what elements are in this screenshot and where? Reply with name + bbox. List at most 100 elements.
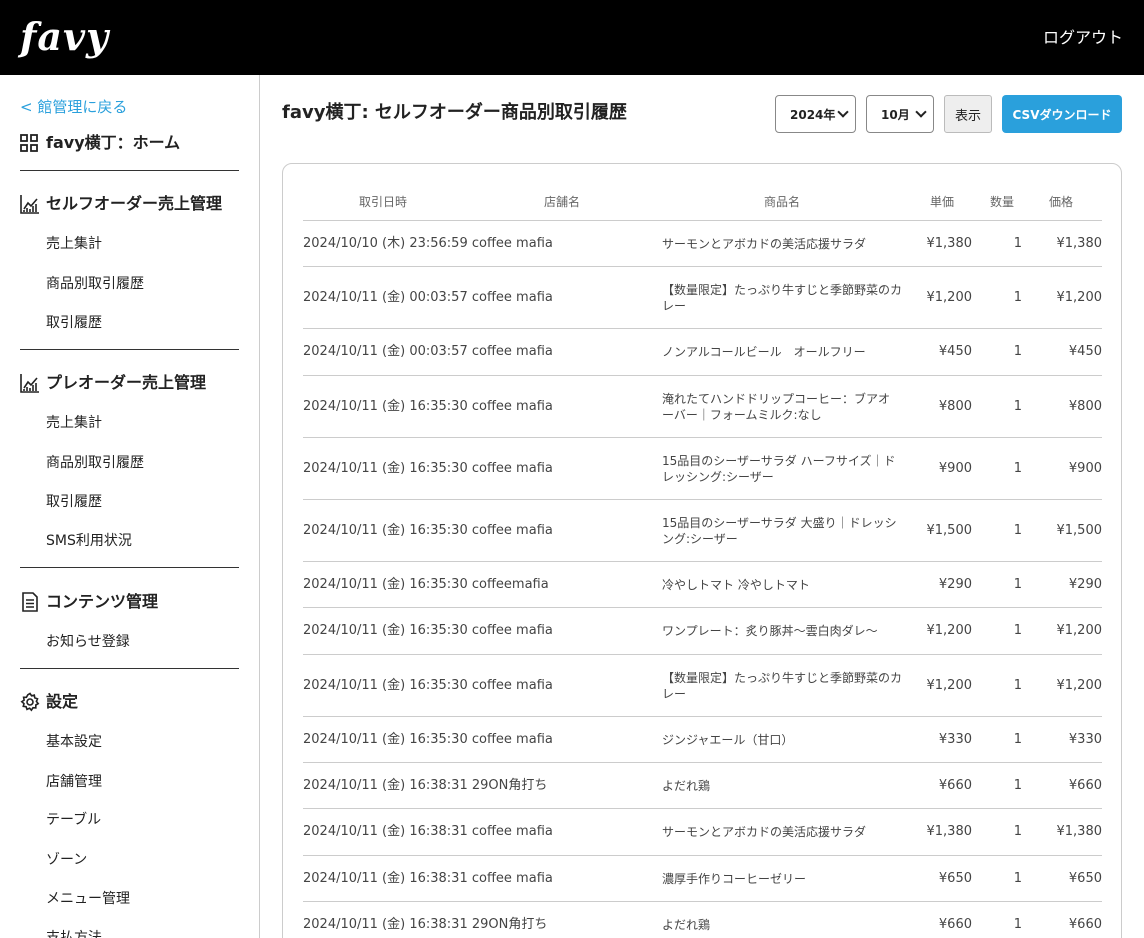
nav-selforder-product-history[interactable]: 商品別取引履歴: [46, 274, 144, 294]
cell-shop: 29ON角打ち: [471, 777, 548, 793]
cell-datetime-shop: 2024/10/11 (金) 16:35:30 coffee mafia: [303, 678, 553, 694]
table-row: 2024/10/11 (金) 16:35:30 coffee mafia 15品目…: [303, 438, 1102, 500]
cell-quantity: 1: [1013, 235, 1022, 251]
nav-zones[interactable]: ゾーン: [46, 850, 87, 870]
table-row: 2024/10/11 (金) 16:35:30 coffee mafia 15品目…: [303, 500, 1102, 562]
cell-quantity: 1: [1013, 460, 1022, 476]
month-select-value: 10月: [881, 107, 910, 122]
cell-total: ¥1,200: [1056, 289, 1103, 305]
cell-total: ¥1,380: [1056, 824, 1103, 839]
header-quantity: 数量: [990, 195, 1015, 209]
chart-icon: [20, 195, 39, 214]
cell-product: 15品目のシーザーサラダ ハーフサイズ｜ドレッシング:シーザー: [662, 453, 896, 484]
cell-datetime-shop: 2024/10/11 (金) 00:03:57 coffee mafia: [303, 290, 553, 306]
nav-tables[interactable]: テーブル: [46, 810, 101, 830]
cell-total: ¥1,200: [1056, 677, 1103, 693]
cell-shop: coffee mafia: [471, 677, 553, 693]
nav-preorder-sales-summary[interactable]: 売上集計: [46, 413, 102, 433]
chevron-down-icon: [915, 106, 927, 118]
cell-unit-price: ¥450: [938, 344, 972, 359]
logout-link[interactable]: ログアウト: [1043, 27, 1123, 49]
cell-shop: coffee mafia: [471, 623, 553, 638]
nav-basic-settings[interactable]: 基本設定: [46, 732, 102, 752]
cell-quantity: 1: [1013, 677, 1022, 693]
cell-shop: coffee mafia: [471, 235, 553, 251]
divider: [20, 567, 239, 568]
year-select[interactable]: 2024年: [775, 95, 856, 133]
cell-total: ¥660: [1068, 916, 1102, 932]
cell-unit-price: ¥1,200: [926, 289, 973, 305]
table-row: 2024/10/11 (金) 00:03:57 coffee mafia ノンアル…: [303, 329, 1102, 376]
nav-shop-management[interactable]: 店舗管理: [46, 772, 102, 792]
cell-product: 15品目のシーザーサラダ 大盛り｜ドレッシング:シーザー: [662, 515, 897, 546]
cell-total: ¥800: [1068, 398, 1102, 414]
cell-product: 冷やしトマト 冷やしトマト: [662, 577, 810, 592]
cell-datetime-shop: 2024/10/11 (金) 16:35:30 coffee mafia: [303, 623, 553, 639]
cell-shop: coffee mafia: [471, 289, 553, 305]
nav-selforder-sales-summary[interactable]: 売上集計: [46, 234, 102, 254]
cell-total: ¥900: [1068, 460, 1102, 476]
cell-unit-price: ¥1,500: [926, 522, 973, 538]
cell-shop: coffeemafia: [471, 576, 549, 592]
cell-datetime: 2024/10/11 (金) 16:38:31: [303, 777, 468, 793]
cell-datetime: 2024/10/11 (金) 16:35:30: [303, 398, 468, 414]
nav-menu-management[interactable]: メニュー管理: [46, 889, 130, 909]
favy-logo[interactable]: favy: [20, 14, 109, 60]
month-select[interactable]: 10月: [866, 95, 934, 133]
cell-quantity: 1: [1013, 344, 1022, 359]
cell-datetime-shop: 2024/10/11 (金) 16:38:31 coffee mafia: [303, 824, 553, 840]
cell-datetime-shop: 2024/10/11 (金) 16:35:30 coffee mafia: [303, 732, 553, 748]
cell-unit-price: ¥650: [938, 870, 972, 886]
cell-shop: coffee mafia: [471, 824, 553, 839]
document-icon: [22, 592, 38, 612]
csv-download-button[interactable]: CSVダウンロード: [1002, 95, 1122, 133]
section-selforder-sales: セルフオーダー売上管理: [20, 193, 222, 215]
header-date: 取引日時: [359, 195, 408, 209]
cell-product: ジンジャエール（甘口）: [662, 732, 794, 747]
cell-unit-price: ¥660: [938, 777, 972, 793]
nav-preorder-transaction-history[interactable]: 取引履歴: [46, 492, 102, 512]
nav-news-registration[interactable]: お知らせ登録: [46, 632, 130, 652]
section-content-management: コンテンツ管理: [20, 591, 158, 613]
back-to-building-link[interactable]: < 館管理に戻る: [20, 97, 127, 117]
cell-unit-price: ¥1,200: [926, 623, 973, 638]
cell-datetime: 2024/10/11 (金) 16:35:30: [303, 731, 468, 747]
table-row: 2024/10/11 (金) 00:03:57 coffee mafia 【数量限…: [303, 267, 1102, 329]
table-row: 2024/10/11 (金) 16:35:30 coffee mafia ジンジャ…: [303, 717, 1102, 763]
cell-total: ¥660: [1068, 777, 1102, 793]
divider: [20, 668, 239, 669]
show-button[interactable]: 表示: [944, 95, 992, 133]
grid-icon: [20, 134, 38, 152]
cell-datetime: 2024/10/11 (金) 16:35:30: [303, 576, 468, 592]
cell-quantity: 1: [1013, 289, 1022, 305]
table-row: 2024/10/11 (金) 16:35:30 coffee mafia ワンプレ…: [303, 608, 1102, 655]
cell-quantity: 1: [1013, 522, 1022, 538]
cell-quantity: 1: [1013, 870, 1022, 886]
table-row: 2024/10/11 (金) 16:38:31 29ON角打ち よだれ鶏 ¥660 1…: [303, 902, 1102, 938]
section-title: プレオーダー売上管理: [46, 373, 207, 392]
sidebar-home-link[interactable]: favy横丁：ホーム: [20, 132, 180, 154]
cell-shop: coffee mafia: [471, 522, 553, 538]
cell-quantity: 1: [1013, 623, 1022, 638]
nav-payment-methods[interactable]: 支払方法: [46, 928, 102, 938]
cell-quantity: 1: [1013, 916, 1022, 932]
divider: [20, 170, 239, 171]
section-title: セルフオーダー売上管理: [46, 194, 223, 213]
cell-quantity: 1: [1013, 731, 1022, 747]
cell-product: よだれ鶏: [662, 917, 711, 932]
header-unit-price: 単価: [930, 195, 955, 209]
table-header: 取引日時 店舗名 商品名 単価 数量 価格: [303, 164, 1102, 221]
cell-total: ¥1,500: [1056, 522, 1103, 538]
nav-selforder-transaction-history[interactable]: 取引履歴: [46, 313, 102, 333]
table-row: 2024/10/11 (金) 16:38:31 coffee mafia 濃厚手作…: [303, 856, 1102, 902]
table-row: 2024/10/11 (金) 16:35:30 coffee mafia 淹れたて…: [303, 376, 1102, 438]
nav-sms-usage[interactable]: SMS利用状況: [46, 531, 132, 551]
table-row: 2024/10/11 (金) 16:38:31 29ON角打ち よだれ鶏 ¥660 1…: [303, 763, 1102, 809]
transactions-card: 取引日時 店舗名 商品名 単価 数量 価格 2024/10/10 (木) 23:…: [282, 163, 1122, 938]
cell-product: 淹れたてハンドドリップコーヒー：ブアオーバー｜フォームミルク:なし: [662, 391, 891, 422]
cell-unit-price: ¥1,380: [926, 824, 973, 839]
nav-preorder-product-history[interactable]: 商品別取引履歴: [46, 453, 144, 473]
section-settings: 設定: [20, 691, 78, 713]
cell-product: 【数量限定】たっぷり牛すじと季節野菜のカレー: [662, 282, 903, 313]
cell-unit-price: ¥330: [938, 731, 972, 747]
